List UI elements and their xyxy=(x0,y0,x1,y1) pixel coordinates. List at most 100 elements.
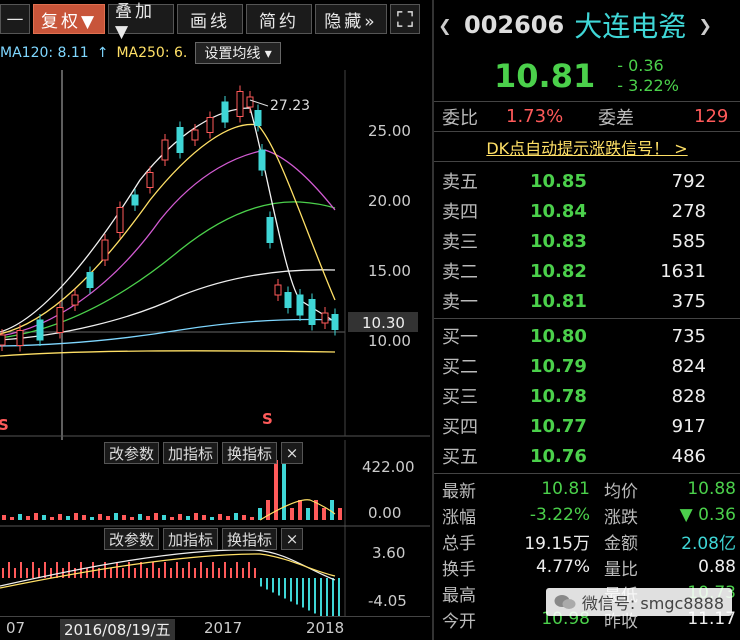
volume-bar xyxy=(146,516,150,520)
stat-label: 最新 xyxy=(442,481,476,502)
stat-value: 10.88 xyxy=(687,479,736,499)
swap-indicator-button[interactable]: 换指标 xyxy=(222,528,278,550)
weicha-value: 129 xyxy=(694,106,729,127)
macd-bar xyxy=(218,568,220,578)
volume-bar xyxy=(122,515,126,520)
macd-bar xyxy=(212,562,214,578)
main-price-chart[interactable]: 27.23 25.00 20.00 15.00 10.00 10.30 S S xyxy=(0,0,430,440)
candle-body xyxy=(274,284,282,296)
macd-bar xyxy=(236,562,238,578)
volume-panel-buttons: 改参数 加指标 换指标 × xyxy=(104,442,304,464)
ma250-line xyxy=(0,350,336,357)
macd-bar xyxy=(2,568,4,578)
watermark-text: 微信号: smgc8888 xyxy=(581,594,724,613)
peak-price-label: 27.23 xyxy=(270,98,310,114)
signal-s-mark: S xyxy=(0,416,9,434)
close-panel-button[interactable]: × xyxy=(281,442,304,464)
macd-bar xyxy=(332,578,334,616)
volume-bar xyxy=(202,515,206,520)
stock-header: ❮ 002606 大连电瓷 ❯ xyxy=(434,0,740,50)
macd-bar xyxy=(122,568,124,578)
ask-label: 卖四 xyxy=(442,202,478,223)
bid-volume: 486 xyxy=(671,445,706,467)
macd-bar xyxy=(92,562,94,578)
weibi-value: 1.73% xyxy=(506,106,564,127)
stat-value: 4.77% xyxy=(535,557,590,577)
bid-volume: 917 xyxy=(671,415,706,437)
macd-bar xyxy=(266,578,268,590)
ask-price: 10.83 xyxy=(530,230,587,252)
date-label: 07 xyxy=(6,619,26,637)
macd-bar xyxy=(56,562,58,578)
candle-body xyxy=(221,101,229,123)
volume-bar xyxy=(82,515,86,520)
volume-bar xyxy=(322,508,326,520)
bid-row: 买五 10.76 486 xyxy=(434,441,740,471)
bid-volume: 735 xyxy=(671,325,706,347)
macd-bar xyxy=(248,562,250,578)
ask-label: 卖五 xyxy=(442,172,478,193)
macd-bar xyxy=(278,578,280,596)
ask-volume: 1631 xyxy=(660,260,706,282)
prev-stock-icon[interactable]: ❮ xyxy=(436,16,454,35)
add-indicator-button[interactable]: 加指标 xyxy=(163,442,219,464)
ask-price: 10.85 xyxy=(530,170,587,192)
volume-bar xyxy=(242,515,246,520)
macd-panel-buttons: 改参数 加指标 换指标 × xyxy=(104,528,304,550)
last-price: 10.81 xyxy=(494,56,596,95)
macd-bar xyxy=(134,568,136,578)
ask-label: 卖二 xyxy=(442,262,478,283)
bid-label: 买二 xyxy=(442,357,478,378)
volume-bar xyxy=(226,516,230,520)
candle-body xyxy=(36,319,44,341)
book-divider xyxy=(434,318,740,319)
candle-body xyxy=(258,149,266,171)
price-tick: 15.00 xyxy=(368,262,411,280)
stat-value: 10.81 xyxy=(541,479,590,499)
ask-row: 卖二 10.82 1631 xyxy=(434,256,740,286)
stat-value: 19.15万 xyxy=(524,533,590,554)
macd-bar xyxy=(158,568,160,578)
date-axis: 07 2016/08/19/五 2017 2018 xyxy=(0,616,430,640)
candle-body xyxy=(296,294,304,316)
volume-bar xyxy=(106,516,110,520)
candle-body xyxy=(161,139,169,161)
wechat-watermark: 微信号: smgc8888 xyxy=(545,588,732,616)
bid-label: 买四 xyxy=(442,417,478,438)
date-label: 2018 xyxy=(306,619,345,637)
next-stock-icon[interactable]: ❯ xyxy=(696,16,714,35)
add-indicator-button[interactable]: 加指标 xyxy=(163,528,219,550)
change-block: - 0.36 - 3.22% xyxy=(617,56,679,96)
change-params-button[interactable]: 改参数 xyxy=(104,528,160,550)
macd-bar xyxy=(320,578,322,616)
volume-bar xyxy=(34,513,38,520)
ask-label: 卖三 xyxy=(442,232,478,253)
volume-bar xyxy=(42,515,46,520)
stat-label: 涨幅 xyxy=(442,507,476,528)
ask-price: 10.82 xyxy=(530,260,587,282)
macd-bar xyxy=(50,568,52,578)
bid-label: 买五 xyxy=(442,447,478,468)
volume-bar xyxy=(178,514,182,520)
kline-chart-panel: — 复权▼ 叠加▼ 画线 简约 隐藏» MA120: 8.11 ↑ MA250:… xyxy=(0,0,430,640)
stat-value: -3.22% xyxy=(529,505,590,525)
swap-indicator-button[interactable]: 换指标 xyxy=(222,442,278,464)
change-params-button[interactable]: 改参数 xyxy=(104,442,160,464)
macd-bar xyxy=(194,568,196,578)
stat-value: 0.88 xyxy=(698,557,736,577)
stats-row: 换手 4.77% 量比 0.88 xyxy=(434,554,740,580)
volume-bar xyxy=(154,513,158,520)
macd-bar xyxy=(140,562,142,578)
volume-bar xyxy=(10,517,14,520)
candle-body xyxy=(191,129,199,141)
ask-row: 卖五 10.85 792 xyxy=(434,166,740,196)
macd-bar xyxy=(164,562,166,578)
volume-bar xyxy=(2,515,6,520)
close-panel-button[interactable]: × xyxy=(281,528,304,550)
ask-row: 卖三 10.83 585 xyxy=(434,226,740,256)
macd-bar xyxy=(200,562,202,578)
macd-bar xyxy=(128,562,130,578)
ask-price: 10.81 xyxy=(530,290,587,312)
candle-body xyxy=(86,272,94,288)
dk-signal-link[interactable]: DK点自动提示涨跌信号！ > xyxy=(434,132,740,162)
